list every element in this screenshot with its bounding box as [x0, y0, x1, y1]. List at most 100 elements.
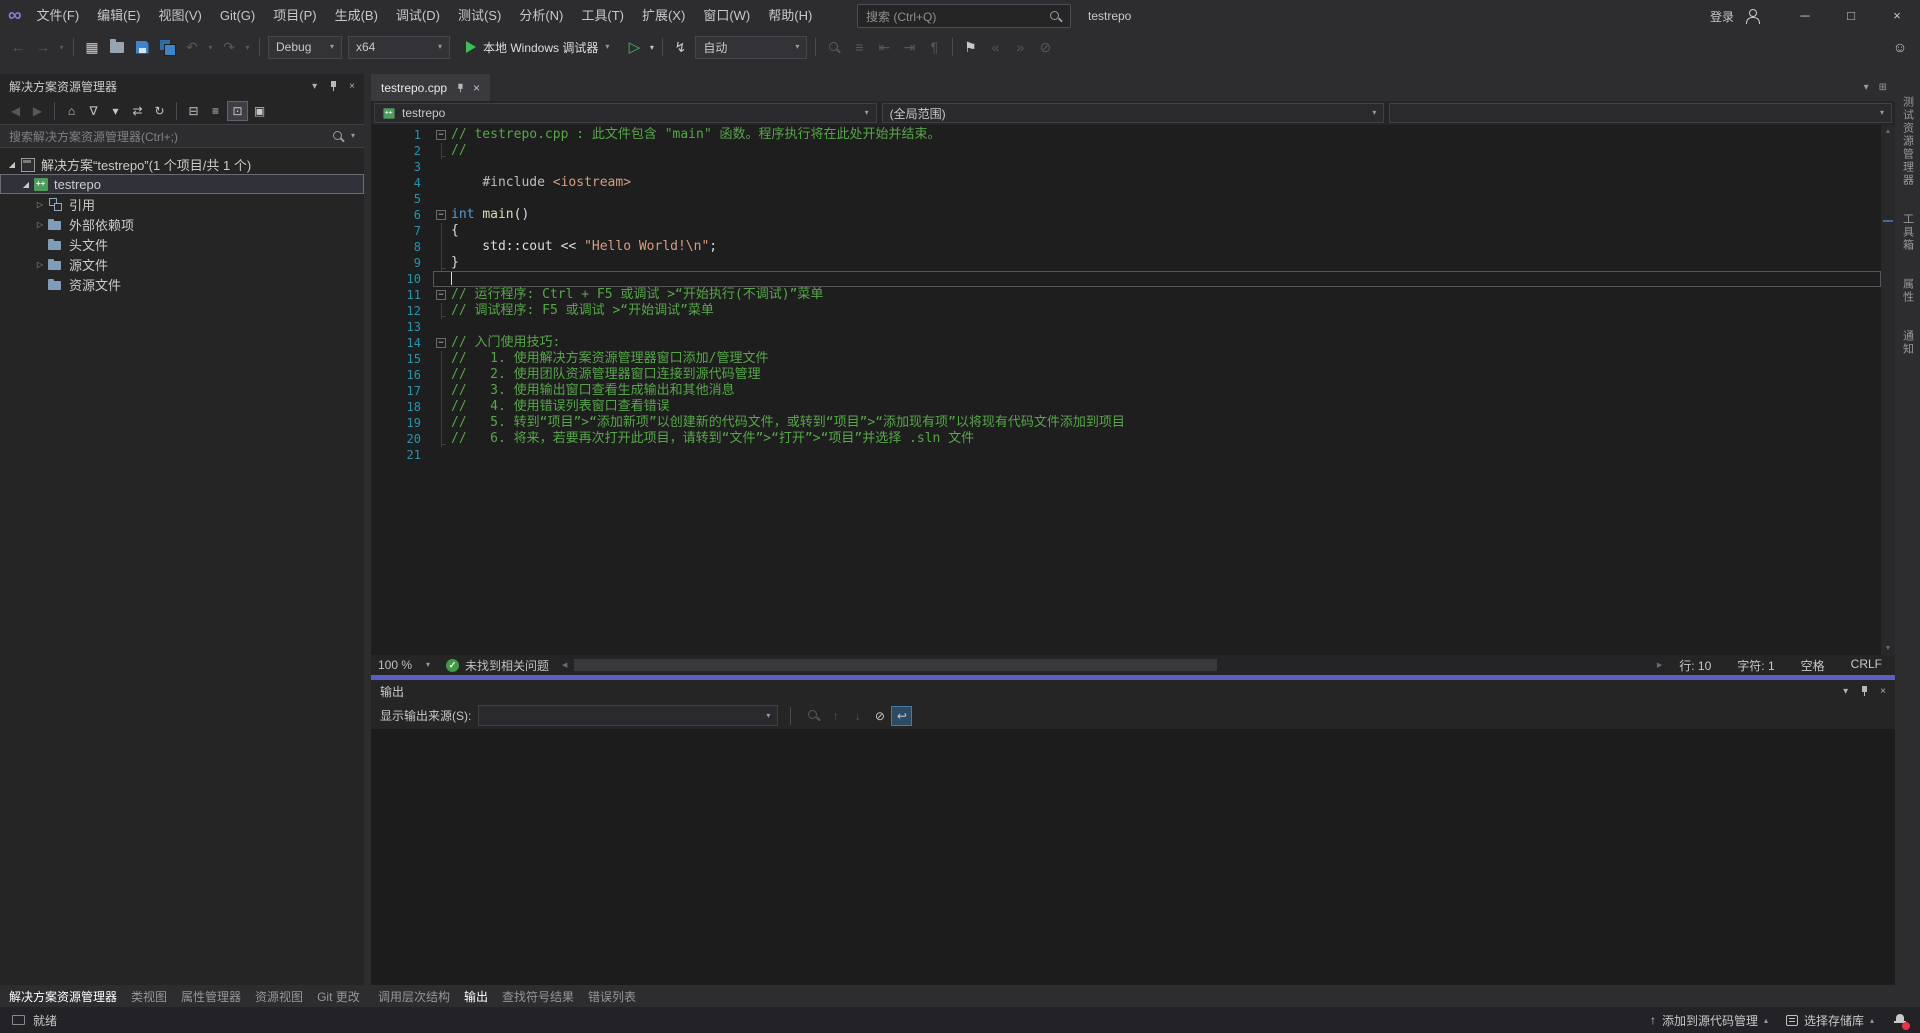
hot-reload-mode-combobox[interactable]: 自动 ▾ — [695, 36, 807, 59]
member-dropdown[interactable]: ▾ — [1389, 103, 1892, 123]
scroll-up-icon[interactable]: ▲ — [1881, 128, 1895, 135]
dock-tab[interactable]: 输出 — [457, 985, 495, 1007]
code-line-12[interactable]: 12// 调试程序: F5 或调试 >“开始调试”菜单 — [379, 303, 1881, 319]
tree-collapsed-icon[interactable]: ▷ — [32, 200, 48, 209]
show-all-files-icon[interactable]: ≡ — [205, 101, 226, 121]
code-line-10[interactable]: 10 — [379, 271, 1881, 287]
code-line-8[interactable]: 8 std::cout << "Hello World!\n"; — [379, 239, 1881, 255]
vertical-scrollbar[interactable]: ▲ ▼ — [1881, 125, 1895, 655]
tree-collapsed-icon[interactable]: ▷ — [32, 260, 48, 269]
horizontal-scrollbar[interactable]: ◀ ▶ — [558, 655, 1666, 675]
project-dropdown[interactable]: testrepo ▾ — [374, 103, 877, 123]
solution-explorer-header[interactable]: 解决方案资源管理器 ▾ × — [0, 74, 364, 98]
filter-icon[interactable]: ∇ — [83, 101, 104, 121]
code-line-6[interactable]: 6−int main() — [379, 207, 1881, 223]
toggle-bookmark-icon[interactable]: ⚑ — [958, 35, 982, 59]
zoom-combobox[interactable]: 100 % ▾ — [371, 655, 437, 675]
dock-tab[interactable]: 错误列表 — [581, 985, 643, 1007]
menu-item[interactable]: 帮助(H) — [759, 0, 821, 32]
node-resource-files[interactable]: 资源文件 — [0, 274, 364, 294]
dock-tab[interactable]: 属性管理器 — [174, 985, 248, 1007]
tree-expanded-icon[interactable]: ◢ — [4, 160, 20, 169]
dock-tab[interactable]: 资源视图 — [248, 985, 310, 1007]
code-line-17[interactable]: 17// 3. 使用输出窗口查看生成输出和其他消息 — [379, 383, 1881, 399]
scope-dropdown[interactable]: (全局范围) ▾ — [882, 103, 1385, 123]
menu-item[interactable]: Git(G) — [211, 0, 264, 32]
code-line-1[interactable]: 1−// testrepo.cpp : 此文件包含 "main" 函数。程序执行… — [379, 127, 1881, 143]
code-line-20[interactable]: 20// 6. 将来，若要再次打开此项目，请转到“文件”>“打开”>“项目”并选… — [379, 431, 1881, 447]
collapse-all-icon[interactable]: ⊟ — [183, 101, 204, 121]
refresh-icon[interactable]: ↻ — [149, 101, 170, 121]
dock-tab[interactable]: 调用层次结构 — [371, 985, 457, 1007]
code-line-19[interactable]: 19// 5. 转到“项目”>“添加新项”以创建新的代码文件，或转到“项目”>“… — [379, 415, 1881, 431]
select-repository-button[interactable]: 选择存储库 ▴ — [1786, 1012, 1874, 1029]
code-line-21[interactable]: 21 — [379, 447, 1881, 463]
fold-collapse-icon[interactable]: − — [436, 338, 446, 348]
close-icon[interactable]: × — [1880, 686, 1886, 697]
menu-item[interactable]: 项目(P) — [264, 0, 325, 32]
preview-selected-icon[interactable]: ▣ — [249, 101, 270, 121]
code-line-16[interactable]: 16// 2. 使用团队资源管理器窗口连接到源代码管理 — [379, 367, 1881, 383]
sign-in-button[interactable]: 登录 — [1710, 8, 1734, 25]
project-testrepo[interactable]: ◢testrepo — [0, 174, 364, 194]
sync-with-active-document-icon[interactable]: ⇄ — [127, 101, 148, 121]
float-window-icon[interactable]: ⊞ — [1879, 82, 1887, 93]
clear-all-icon[interactable]: ⊘ — [869, 706, 890, 726]
menu-item[interactable]: 视图(V) — [150, 0, 211, 32]
node-references[interactable]: ▷引用 — [0, 194, 364, 214]
scrollbar-thumb[interactable] — [574, 659, 1217, 671]
pin-icon[interactable] — [456, 82, 465, 92]
eol-indicator[interactable]: CRLF — [1838, 657, 1895, 674]
filter-dropdown-icon[interactable]: ▾ — [105, 101, 126, 121]
node-source-files[interactable]: ▷源文件 — [0, 254, 364, 274]
solution-search-box[interactable]: 搜索解决方案资源管理器(Ctrl+;) ▾ — [0, 124, 364, 148]
scroll-down-icon[interactable]: ▼ — [1881, 645, 1895, 652]
start-without-debugging-button[interactable]: ▷ — [622, 35, 646, 59]
line-indicator[interactable]: 行: 10 — [1666, 657, 1724, 674]
document-health-indicator[interactable]: 未找到相关问题 — [437, 657, 558, 674]
code-line-2[interactable]: 2// — [379, 143, 1881, 159]
code-line-14[interactable]: 14−// 入门使用技巧: — [379, 335, 1881, 351]
code-line-11[interactable]: 11−// 运行程序: Ctrl + F5 或调试 >“开始执行(不调试)”菜单 — [379, 287, 1881, 303]
chevron-down-icon[interactable]: ▾ — [646, 35, 657, 59]
auto-hide-tab[interactable]: 属性 — [1900, 278, 1916, 304]
scroll-right-icon[interactable]: ▶ — [1657, 655, 1662, 675]
dock-tab[interactable]: 类视图 — [124, 985, 174, 1007]
tree-collapsed-icon[interactable]: ▷ — [32, 220, 48, 229]
menu-item[interactable]: 窗口(W) — [694, 0, 759, 32]
code-line-5[interactable]: 5 — [379, 191, 1881, 207]
new-project-icon[interactable]: ▦ — [80, 35, 104, 59]
close-button[interactable]: × — [1874, 0, 1920, 32]
tree-expanded-icon[interactable]: ◢ — [18, 180, 34, 189]
close-icon[interactable]: × — [349, 81, 355, 92]
menu-item[interactable]: 生成(B) — [326, 0, 387, 32]
code-line-3[interactable]: 3 — [379, 159, 1881, 175]
node-header-files[interactable]: 头文件 — [0, 234, 364, 254]
feedback-icon[interactable]: ☺ — [1888, 35, 1912, 59]
dock-tab[interactable]: Git 更改 — [310, 985, 367, 1007]
code-editor[interactable]: 1−// testrepo.cpp : 此文件包含 "main" 函数。程序执行… — [371, 125, 1895, 655]
code-line-13[interactable]: 13 — [379, 319, 1881, 335]
fold-collapse-icon[interactable]: − — [436, 210, 446, 220]
spaces-indicator[interactable]: 空格 — [1788, 657, 1838, 674]
code-line-15[interactable]: 15// 1. 使用解决方案资源管理器窗口添加/管理文件 — [379, 351, 1881, 367]
auto-hide-tab[interactable]: 工具箱 — [1900, 213, 1916, 252]
word-wrap-icon[interactable]: ↩ — [891, 706, 912, 726]
vertical-splitter[interactable] — [364, 74, 371, 985]
save-all-icon[interactable] — [155, 35, 179, 59]
code-line-9[interactable]: 9} — [379, 255, 1881, 271]
user-profile-icon[interactable] — [1744, 8, 1760, 24]
solution-platform-combobox[interactable]: x64 ▾ — [348, 36, 450, 59]
pin-icon[interactable] — [1859, 685, 1869, 697]
code-line-7[interactable]: 7{ — [379, 223, 1881, 239]
menu-item[interactable]: 编辑(E) — [88, 0, 149, 32]
code-line-18[interactable]: 18// 4. 使用错误列表窗口查看错误 — [379, 399, 1881, 415]
menu-item[interactable]: 扩展(X) — [633, 0, 694, 32]
hot-reload-icon[interactable]: ↯ — [668, 35, 692, 59]
scroll-left-icon[interactable]: ◀ — [562, 655, 567, 675]
output-source-combobox[interactable]: ▾ — [478, 705, 778, 726]
properties-icon[interactable]: ⊡ — [227, 101, 248, 121]
start-debugging-button[interactable]: 本地 Windows 调试器 ▾ — [457, 35, 618, 59]
document-list-icon[interactable]: ▾ — [1864, 82, 1869, 93]
minimize-button[interactable]: ─ — [1782, 0, 1828, 32]
